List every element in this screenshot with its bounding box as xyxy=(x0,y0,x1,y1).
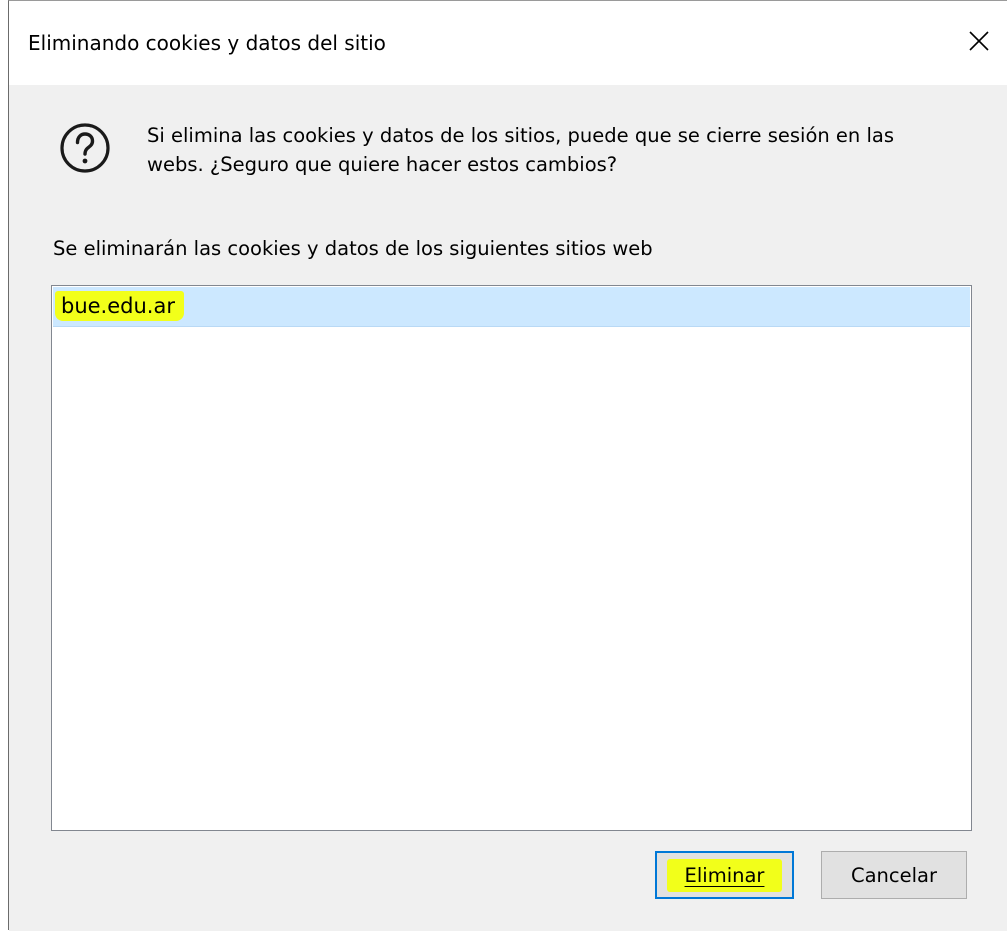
site-list-item[interactable]: bue.edu.ar xyxy=(53,287,970,327)
site-list[interactable]: bue.edu.ar xyxy=(51,285,972,831)
cancelar-button[interactable]: Cancelar xyxy=(821,851,967,899)
message-line-2: webs. ¿Seguro que quiere hacer estos cam… xyxy=(147,153,618,176)
confirmation-message: Si elimina las cookies y datos de los si… xyxy=(147,121,967,179)
dialog-body: Si elimina las cookies y datos de los si… xyxy=(9,85,1007,931)
dialog-title: Eliminando cookies y datos del sitio xyxy=(28,31,386,55)
message-line-1: Si elimina las cookies y datos de los si… xyxy=(147,124,895,147)
site-list-item-label: bue.edu.ar xyxy=(55,291,184,321)
eliminar-button[interactable]: Eliminar xyxy=(655,851,794,899)
close-button[interactable] xyxy=(951,15,1007,67)
eliminar-button-label: Eliminar xyxy=(666,858,783,892)
title-bar: Eliminando cookies y datos del sitio xyxy=(9,1,1007,85)
close-icon xyxy=(969,31,989,51)
confirmation-dialog: Eliminando cookies y datos del sitio Si … xyxy=(8,0,1007,931)
cancelar-button-label: Cancelar xyxy=(850,863,938,887)
question-icon xyxy=(60,123,110,173)
site-list-caption: Se eliminarán las cookies y datos de los… xyxy=(53,237,653,260)
